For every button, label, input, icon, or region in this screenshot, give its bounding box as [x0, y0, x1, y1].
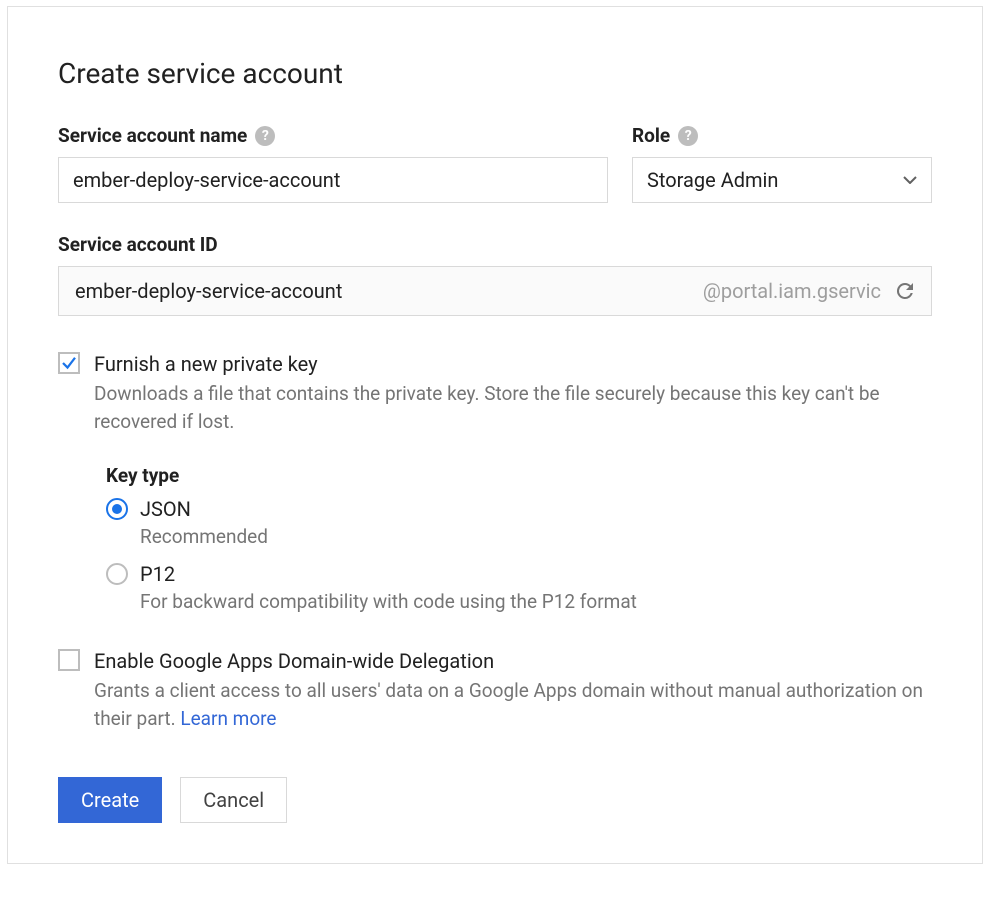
- delegation-title: Enable Google Apps Domain-wide Delegatio…: [94, 647, 932, 675]
- service-account-id-label: Service account ID: [58, 233, 218, 256]
- service-account-id-field: Service account ID @portal.iam.gservic: [58, 233, 932, 316]
- top-row: Service account name ? Role ? Storage Ad…: [58, 124, 932, 203]
- delegation-option: Enable Google Apps Domain-wide Delegatio…: [58, 647, 932, 733]
- field-label-row: Service account ID: [58, 233, 932, 256]
- role-label: Role: [632, 124, 670, 147]
- furnish-key-text: Furnish a new private key Downloads a fi…: [94, 350, 932, 436]
- cancel-button[interactable]: Cancel: [180, 777, 287, 823]
- help-icon[interactable]: ?: [255, 126, 275, 146]
- key-type-p12-label: P12: [140, 562, 175, 586]
- role-select-value: Storage Admin: [647, 168, 778, 192]
- role-field: Role ? Storage Admin: [632, 124, 932, 203]
- button-row: Create Cancel: [58, 777, 932, 823]
- key-type-label: Key type: [106, 464, 932, 487]
- learn-more-link[interactable]: Learn more: [180, 707, 276, 730]
- key-type-json-row[interactable]: JSON: [106, 497, 932, 521]
- furnish-key-option: Furnish a new private key Downloads a fi…: [58, 350, 932, 436]
- delegation-text: Enable Google Apps Domain-wide Delegatio…: [94, 647, 932, 733]
- key-type-json-radio[interactable]: [106, 498, 128, 520]
- service-account-id-suffix: @portal.iam.gservic: [703, 279, 881, 303]
- role-select[interactable]: Storage Admin: [632, 157, 932, 203]
- refresh-icon[interactable]: [893, 279, 917, 303]
- field-label-row: Role ?: [632, 124, 932, 147]
- field-label-row: Service account name ?: [58, 124, 608, 147]
- key-type-block: Key type JSON Recommended P12 For backwa…: [106, 464, 932, 613]
- service-account-id-input[interactable]: [73, 278, 703, 304]
- create-service-account-dialog: Create service account Service account n…: [7, 6, 983, 864]
- key-type-p12-sub: For backward compatibility with code usi…: [140, 590, 932, 613]
- create-button[interactable]: Create: [58, 777, 162, 823]
- service-account-name-label: Service account name: [58, 124, 247, 147]
- delegation-desc: Grants a client access to all users' dat…: [94, 677, 932, 733]
- key-type-json-sub: Recommended: [140, 525, 932, 548]
- key-type-p12-radio[interactable]: [106, 563, 128, 585]
- service-account-name-input[interactable]: [58, 157, 608, 203]
- help-icon[interactable]: ?: [678, 126, 698, 146]
- furnish-key-checkbox[interactable]: [58, 352, 80, 374]
- furnish-key-title: Furnish a new private key: [94, 350, 932, 378]
- delegation-checkbox[interactable]: [58, 649, 80, 671]
- key-type-p12-row[interactable]: P12: [106, 562, 932, 586]
- service-account-id-input-wrap: @portal.iam.gservic: [58, 266, 932, 316]
- key-type-json-label: JSON: [140, 497, 191, 521]
- furnish-key-desc: Downloads a file that contains the priva…: [94, 380, 932, 436]
- dialog-title: Create service account: [58, 57, 932, 90]
- caret-down-icon: [903, 176, 917, 184]
- service-account-name-field: Service account name ?: [58, 124, 608, 203]
